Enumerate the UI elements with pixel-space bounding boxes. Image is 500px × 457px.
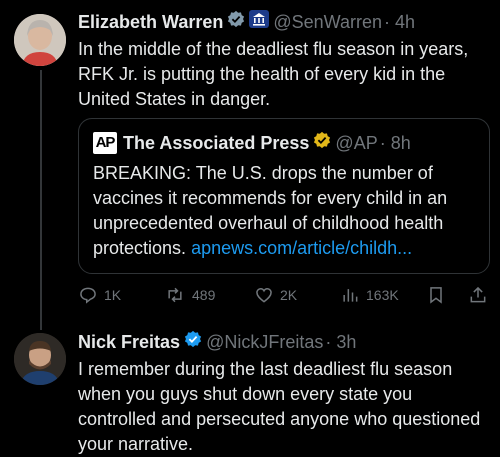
tweet-time[interactable]: · 4h [384,10,415,34]
reply-icon [78,285,98,305]
views-icon [340,285,360,305]
like-button[interactable]: 2K [254,283,297,307]
quoted-tweet-text: BREAKING: The U.S. drops the number of v… [93,161,475,261]
quoted-article-link[interactable]: apnews.com/article/childh... [191,238,412,258]
government-badge-icon [249,10,270,34]
quoted-tweet-card[interactable]: AP The Associated Press @AP · 8h BREAKIN… [78,118,490,274]
quoted-tweet-time: · 8h [379,133,411,153]
ap-logo-avatar: AP [93,132,117,154]
reply-button[interactable]: 1K [78,283,121,307]
bookmark-icon [426,285,446,305]
like-icon [254,285,274,305]
avatar-elizabeth-warren[interactable] [14,14,66,66]
tweet-text: I remember during the last deadliest flu… [78,359,481,454]
author-handle[interactable]: @SenWarren [273,10,382,34]
author-handle[interactable]: @NickJFreitas [206,330,323,354]
gold-verified-badge-icon [313,131,331,155]
tweet-action-bar: 1K 489 2K 163K [78,283,490,307]
quoted-tweet-header: AP The Associated Press @AP · 8h [93,131,475,155]
like-count: 2K [280,287,298,303]
quoted-author-name: The Associated Press [123,133,310,153]
repost-icon [164,285,186,305]
tweet-warren[interactable]: Elizabeth Warren @SenWarren · 4h In the … [78,10,490,112]
verified-badge-icon [184,330,202,354]
tweet-header: Nick Freitas @NickJFreitas · 3h [78,330,490,354]
share-button[interactable] [468,283,488,307]
repost-button[interactable]: 489 [164,283,215,307]
views-button[interactable]: 163K [340,283,399,307]
tweet-text: In the middle of the deadliest flu seaso… [78,39,469,109]
quoted-author-handle: @AP [335,133,378,153]
repost-count: 489 [192,287,216,303]
bookmark-button[interactable] [426,283,446,307]
views-count: 163K [366,287,399,303]
avatar-nick-freitas[interactable] [14,333,66,385]
tweet-header: Elizabeth Warren @SenWarren · 4h [78,10,490,34]
verified-badge-icon [227,10,245,34]
tweet-time[interactable]: · 3h [325,330,356,354]
author-name[interactable]: Nick Freitas [78,330,180,354]
thread-connector-line [40,70,42,330]
tweet-freitas[interactable]: Nick Freitas @NickJFreitas · 3h I rememb… [78,330,490,457]
author-name[interactable]: Elizabeth Warren [78,10,223,34]
reply-count: 1K [104,287,122,303]
share-icon [468,285,488,305]
